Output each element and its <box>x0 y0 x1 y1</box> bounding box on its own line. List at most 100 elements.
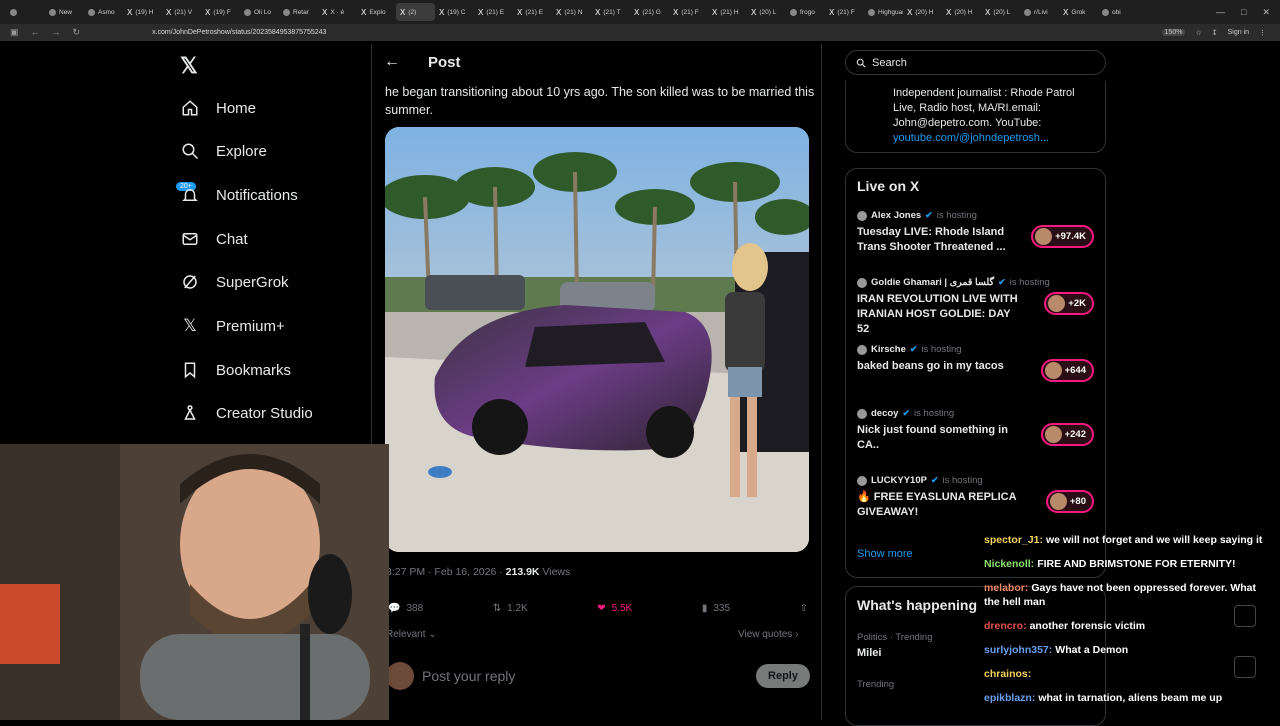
maximize-icon[interactable]: □ <box>1241 7 1246 18</box>
show-more-link[interactable]: Show more <box>857 548 913 560</box>
sidebar-item-creator-studio[interactable]: Creator Studio <box>180 403 313 423</box>
browser-tab[interactable]: X(21) T <box>591 3 630 21</box>
sidebar-item-premium[interactable]: 𝕏 Premium+ <box>180 316 285 336</box>
post-timestamp[interactable]: 3:27 PM · Feb 16, 2026 · <box>386 566 503 578</box>
reload-icon[interactable]: ↻ <box>73 27 81 38</box>
x-logo-icon[interactable]: 𝕏 <box>180 53 198 79</box>
live-item[interactable]: Kirsche✔is hostingbaked beans go in my t… <box>857 344 1102 374</box>
listener-count-pill[interactable]: +242 <box>1041 423 1094 446</box>
minimize-icon[interactable]: — <box>1216 7 1225 18</box>
sign-in-button[interactable]: Sign in <box>1228 29 1249 36</box>
sidebar-item-supergrok[interactable]: SuperGrok <box>180 272 289 292</box>
download-icon[interactable]: ↧ <box>1212 29 1218 37</box>
trend-name[interactable]: Milei <box>857 647 881 659</box>
bio-link[interactable]: youtube.com/@johndepetrosh... <box>893 132 1049 144</box>
avatar <box>386 662 414 690</box>
browser-tab[interactable]: X(21) V <box>162 3 201 21</box>
chat-username[interactable]: spector_J1: <box>984 534 1043 546</box>
x-icon: X <box>907 8 912 17</box>
bookmark-action[interactable]: ▮335 <box>702 603 730 614</box>
browser-tab[interactable]: Oli Lo <box>240 3 279 21</box>
browser-tab[interactable]: X(19) H <box>123 3 162 21</box>
browser-tab[interactable]: X(19) F <box>201 3 240 21</box>
menu-icon[interactable]: ⋮ <box>1259 29 1266 37</box>
browser-tab[interactable]: X(2) <box>396 3 435 21</box>
browser-tab[interactable]: X(21) G <box>630 3 669 21</box>
live-item[interactable]: LUCKYY10P✔is hosting🔥 FREE EYASLUNA REPL… <box>857 475 1102 520</box>
browser-tab[interactable]: X(19) C <box>435 3 474 21</box>
browser-tab[interactable]: X(21) E <box>474 3 513 21</box>
chat-username[interactable]: epikblazn: <box>984 692 1035 704</box>
post-image[interactable] <box>385 127 809 552</box>
zoom-level[interactable]: 150% <box>1162 29 1186 36</box>
reply-composer: Post your reply Reply <box>386 662 810 690</box>
close-icon[interactable]: ✕ <box>1262 7 1270 18</box>
browser-tab[interactable]: X(20) H <box>903 3 942 21</box>
like-action[interactable]: ❤5.5K <box>597 603 632 614</box>
sidebar-item-label: SuperGrok <box>216 274 289 291</box>
browser-tab[interactable]: X(20) L <box>747 3 786 21</box>
chat-username[interactable]: chrainos: <box>984 668 1031 680</box>
chat-username[interactable]: drencro: <box>984 620 1027 632</box>
x-icon: X <box>634 8 639 17</box>
search-input[interactable]: Search <box>845 50 1106 75</box>
sidebar-item-chat[interactable]: Chat <box>180 229 248 249</box>
browser-tab[interactable]: X(21) H <box>708 3 747 21</box>
live-item[interactable]: decoy✔is hostingNick just found somethin… <box>857 408 1102 453</box>
browser-tab[interactable]: XX · é <box>318 3 357 21</box>
reply-action[interactable]: 💬388 <box>388 603 423 614</box>
browser-tab[interactable]: X(20) H <box>942 3 981 21</box>
browser-tab[interactable]: Asmo <box>84 3 123 21</box>
sidebar-toggle-icon[interactable]: ▣ <box>10 27 19 38</box>
sidebar-item-notifications[interactable]: Notifications <box>180 185 298 205</box>
share-action[interactable]: ⇧ <box>800 603 808 614</box>
listener-count-pill[interactable]: +2K <box>1044 292 1094 315</box>
url-field[interactable]: x.com/JohnDePetroshow/status/20235849538… <box>152 29 326 36</box>
reply-input[interactable]: Post your reply <box>422 668 515 684</box>
listener-count-pill[interactable]: +644 <box>1041 359 1094 382</box>
overlay-mail-icon[interactable] <box>1234 656 1256 678</box>
x-icon: X <box>829 8 834 17</box>
browser-tab[interactable] <box>6 3 45 21</box>
live-item[interactable]: Alex Jones✔is hostingTuesday LIVE: Rhode… <box>857 210 1102 255</box>
view-quotes-link[interactable]: View quotes › <box>738 629 798 640</box>
chat-username[interactable]: Nickenoll: <box>984 558 1034 570</box>
browser-tab[interactable]: XExplo <box>357 3 396 21</box>
browser-tab[interactable]: Highguar <box>864 3 903 21</box>
sort-dropdown[interactable]: Relevant ⌄ <box>386 629 437 640</box>
browser-tab[interactable]: X(20) L <box>981 3 1020 21</box>
forward-icon[interactable]: → <box>52 27 61 38</box>
tab-label: (21) E <box>486 9 504 16</box>
browser-tab[interactable]: r/Livi <box>1020 3 1059 21</box>
live-item[interactable]: Goldie Ghamari | گلسا قمری✔is hostingIRA… <box>857 277 1102 337</box>
sidebar-item-explore[interactable]: Explore <box>180 141 267 161</box>
browser-tab[interactable]: Retar <box>279 3 318 21</box>
browser-tab[interactable]: frogo <box>786 3 825 21</box>
listener-count-pill[interactable]: +80 <box>1046 490 1094 513</box>
sidebar-item-bookmarks[interactable]: Bookmarks <box>180 360 291 380</box>
browser-tab[interactable]: XGrok <box>1059 3 1098 21</box>
browser-tab[interactable]: obi <box>1098 3 1137 21</box>
chat-username[interactable]: melabor: <box>984 582 1028 594</box>
window-controls: — □ ✕ <box>1216 7 1280 18</box>
overlay-action-icon[interactable] <box>1234 605 1256 627</box>
chat-message: surlyjohn357:What a Demon <box>984 638 1274 662</box>
hosting-label: is hosting <box>914 408 954 419</box>
host-avatar <box>857 476 867 486</box>
back-arrow-icon[interactable]: ← <box>384 53 400 71</box>
star-icon[interactable]: ☆ <box>1195 29 1201 37</box>
browser-tab[interactable]: New <box>45 3 84 21</box>
repost-action[interactable]: ⇅1.2K <box>493 603 528 614</box>
browser-tab[interactable]: X(21) E <box>513 3 552 21</box>
bookmark-icon: ▮ <box>702 603 708 614</box>
browser-tab[interactable]: X(21) N <box>552 3 591 21</box>
browser-tab[interactable]: X(21) F <box>669 3 708 21</box>
sidebar-item-home[interactable]: Home <box>180 98 256 118</box>
chat-username[interactable]: surlyjohn357: <box>984 644 1052 656</box>
browser-tab[interactable]: X(21) F <box>825 3 864 21</box>
listener-count-pill[interactable]: +97.4K <box>1031 225 1094 248</box>
reply-button[interactable]: Reply <box>756 664 810 688</box>
hosting-label: is hosting <box>943 475 983 486</box>
back-icon[interactable]: ← <box>31 27 40 38</box>
heart-icon: ❤ <box>597 603 605 614</box>
